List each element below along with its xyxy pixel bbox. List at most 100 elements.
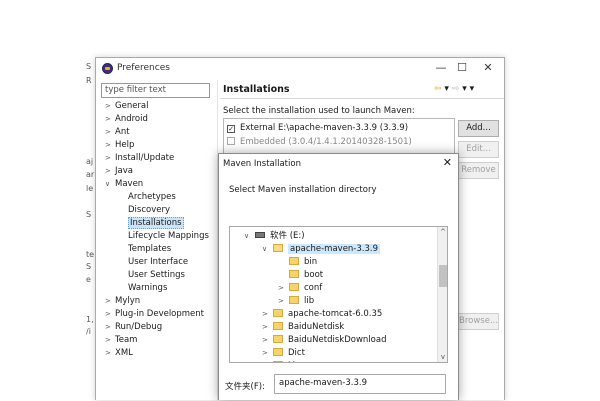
dialog-close-button[interactable]: ✕ xyxy=(443,156,452,169)
tree-item-xml[interactable]: > XML xyxy=(105,347,133,360)
tree-item-templates[interactable]: Templates xyxy=(128,243,171,256)
tree-item-label: General xyxy=(115,101,149,111)
tree-item-archetypes[interactable]: Archetypes xyxy=(128,191,176,204)
chevron-down-icon[interactable]: ∨ xyxy=(262,243,273,256)
directory-tree[interactable]: ∨ 软件 (E:) ∨ apache-maven-3.3.9 bin boot > conf >… xyxy=(229,226,448,363)
chevron-right-icon[interactable]: > xyxy=(105,126,115,139)
chevron-right-icon[interactable]: > xyxy=(262,347,273,360)
scroll-thumb[interactable] xyxy=(439,265,447,287)
tree-item-discovery[interactable]: Discovery xyxy=(128,204,170,217)
folder-node[interactable]: > lib xyxy=(278,295,314,308)
tree-item-maven[interactable]: ∨ Maven xyxy=(105,178,143,191)
tree-item-installations[interactable]: Installations xyxy=(128,217,184,230)
back-arrow-icon[interactable]: ⇦ xyxy=(434,84,442,94)
installation-row-embedded[interactable]: Embedded (3.0.4/1.4.1.20140328-1501) xyxy=(227,136,412,149)
tree-item-run-debug[interactable]: > Run/Debug xyxy=(105,321,162,334)
installation-label-embedded: Embedded (3.0.4/1.4.1.20140328-1501) xyxy=(240,137,412,147)
installation-row-external[interactable]: ✓ External E:\apache-maven-3.3.9 (3.3.9) xyxy=(227,122,408,135)
chevron-right-icon[interactable]: > xyxy=(105,100,115,113)
add-button[interactable]: Add... xyxy=(458,120,499,137)
edit-button[interactable]: Edit... xyxy=(458,141,499,158)
chevron-right-icon[interactable]: > xyxy=(262,334,273,347)
chevron-right-icon[interactable]: > xyxy=(278,282,289,295)
chevron-right-icon[interactable]: > xyxy=(105,347,115,360)
chevron-right-icon[interactable]: > xyxy=(262,360,273,362)
tree-item-user-settings[interactable]: User Settings xyxy=(128,269,185,282)
preferences-titlebar: Preferences — ☐ ✕ xyxy=(96,58,504,80)
folder-label: 文件夹(F): xyxy=(225,382,265,392)
tree-item-java[interactable]: > Java xyxy=(105,165,133,178)
tree-item-help[interactable]: > Help xyxy=(105,139,134,152)
chevron-right-icon[interactable]: > xyxy=(105,139,115,152)
background-text-fragment: /i xyxy=(86,327,91,336)
filter-input[interactable]: type filter text xyxy=(101,83,210,98)
background-text-fragment: R xyxy=(86,76,92,85)
view-menu-icon[interactable]: ▾ xyxy=(470,84,475,94)
maximize-button[interactable]: ☐ xyxy=(453,61,471,75)
folder-node[interactable]: > BaiduNetdiskDownload xyxy=(262,334,386,347)
minimize-button[interactable]: — xyxy=(432,61,450,75)
chevron-right-icon[interactable]: > xyxy=(262,308,273,321)
folder-node[interactable]: bin xyxy=(278,256,317,269)
folder-node-label: BaiduNetdiskDownload xyxy=(288,335,387,345)
tree-item-install-update[interactable]: > Install/Update xyxy=(105,152,174,165)
folder-node[interactable]: > M... xyxy=(262,360,303,362)
chevron-right-icon[interactable]: > xyxy=(105,321,115,334)
remove-button[interactable]: Remove xyxy=(458,162,499,179)
tree-item-label: Installations xyxy=(128,217,184,229)
folder-icon xyxy=(289,257,299,265)
tree-item-plug-in-development[interactable]: > Plug-in Development xyxy=(105,308,204,321)
installation-checkbox-embedded[interactable] xyxy=(227,137,235,145)
chevron-right-icon[interactable]: > xyxy=(105,152,115,165)
folder-node[interactable]: > Dict xyxy=(262,347,305,360)
chevron-right-icon[interactable]: > xyxy=(262,321,273,334)
chevron-right-icon[interactable]: > xyxy=(105,165,115,178)
tree-item-warnings[interactable]: Warnings xyxy=(128,282,167,295)
tree-item-lifecycle-mappings[interactable]: Lifecycle Mappings xyxy=(128,230,209,243)
eclipse-icon xyxy=(102,63,113,74)
background-text-fragment: S xyxy=(86,262,92,271)
background-text-fragment: le xyxy=(86,184,94,193)
chevron-down-icon[interactable]: ∨ xyxy=(105,178,115,191)
tree-item-label: User Interface xyxy=(128,257,189,267)
tree-item-label: Lifecycle Mappings xyxy=(128,231,209,241)
tree-item-ant[interactable]: > Ant xyxy=(105,126,130,139)
installation-checkbox-external[interactable]: ✓ xyxy=(227,125,235,133)
close-button[interactable]: ✕ xyxy=(479,61,497,75)
tree-item-user-interface[interactable]: User Interface xyxy=(128,256,188,269)
folder-node-label: lib xyxy=(304,296,315,306)
folder-input[interactable]: apache-maven-3.3.9 xyxy=(274,374,446,394)
history-nav-icons[interactable]: ⇦ ▾ ⇨ ▾ ▾ xyxy=(434,84,474,94)
folder-node-label: boot xyxy=(304,270,324,280)
chevron-right-icon[interactable]: > xyxy=(105,295,115,308)
directory-scrollbar[interactable]: ^ v xyxy=(437,227,447,362)
back-dropdown-icon[interactable]: ▾ xyxy=(442,84,452,94)
chevron-right-icon[interactable]: > xyxy=(278,295,289,308)
maven-installation-dialog: Maven Installation ✕ Select Maven instal… xyxy=(218,153,459,400)
folder-node[interactable]: boot xyxy=(278,269,323,282)
chevron-down-icon[interactable]: ∨ xyxy=(244,230,255,243)
tree-item-label: User Settings xyxy=(128,270,185,280)
tree-item-general[interactable]: > General xyxy=(105,100,149,113)
folder-node[interactable]: ∨ apache-maven-3.3.9 xyxy=(262,243,381,256)
tree-item-team[interactable]: > Team xyxy=(105,334,137,347)
chevron-right-icon[interactable]: > xyxy=(105,308,115,321)
folder-node[interactable]: > BaiduNetdisk xyxy=(262,321,344,334)
folder-node-label: conf xyxy=(304,283,323,293)
folder-node[interactable]: > apache-tomcat-6.0.35 xyxy=(262,308,382,321)
folder-node[interactable]: > conf xyxy=(278,282,322,295)
folder-node-label: apache-tomcat-6.0.35 xyxy=(288,309,383,319)
tree-item-label: Java xyxy=(115,166,133,176)
forward-dropdown-icon[interactable]: ▾ xyxy=(459,84,469,94)
scroll-up-arrow-icon[interactable]: ^ xyxy=(438,227,447,237)
browse-button[interactable]: Browse... xyxy=(458,313,499,330)
scroll-down-arrow-icon[interactable]: v xyxy=(438,352,447,362)
folder-icon xyxy=(289,296,299,304)
chevron-right-icon[interactable]: > xyxy=(105,334,115,347)
chevron-right-icon[interactable]: > xyxy=(105,113,115,126)
tree-item-android[interactable]: > Android xyxy=(105,113,148,126)
page-title: Installations xyxy=(223,84,290,95)
tree-item-mylyn[interactable]: > Mylyn xyxy=(105,295,140,308)
tree-item-label: Archetypes xyxy=(128,192,176,202)
drive-node[interactable]: ∨ 软件 (E:) xyxy=(244,230,305,243)
